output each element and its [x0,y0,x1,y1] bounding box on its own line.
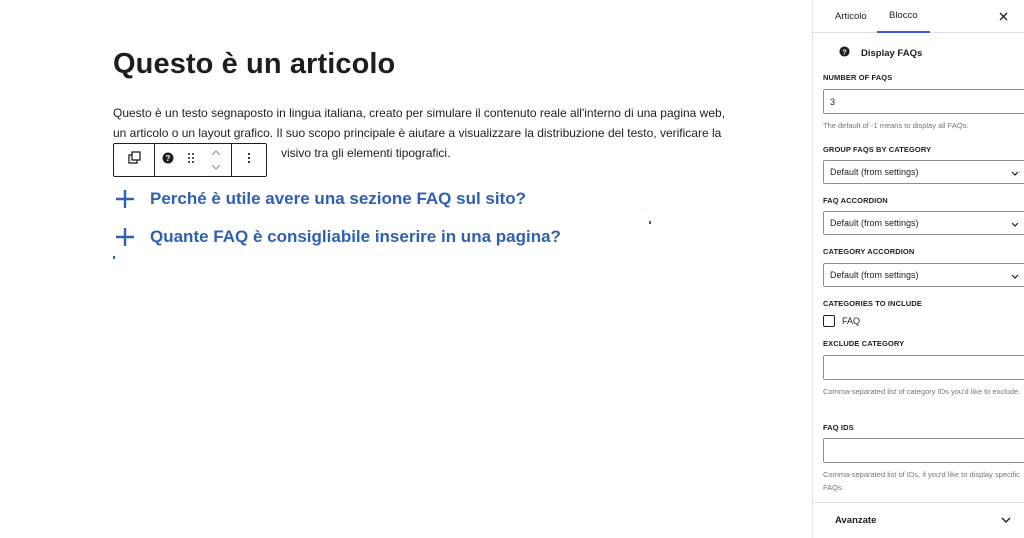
block-movers [201,144,231,176]
faq-ids-help: Comma-separated list of IDs, if you'd li… [823,470,1020,492]
faq-accordion-label: FAQ ACCORDION [823,196,888,205]
advanced-panel-toggle[interactable]: Avanzate [813,503,1024,538]
category-faq-checkbox[interactable] [823,315,835,327]
chevron-down-icon [1001,515,1011,525]
faq-ids-label: FAQ IDS [823,423,854,432]
transform-button[interactable] [114,144,154,176]
number-of-faqs-help: The default of -1 means to display all F… [823,121,969,130]
sidebar-tabs: Articolo Blocco [813,0,1024,33]
plus-icon[interactable] [113,225,137,249]
tab-blocco[interactable]: Blocco [877,0,930,33]
move-up-button[interactable] [211,146,221,160]
group-by-category-label: GROUP FAQS BY CATEGORY [823,145,932,154]
editor-canvas: Questo è un articolo Questo è un testo s… [0,0,812,538]
exclude-category-label: EXCLUDE CATEGORY [823,339,905,348]
chevron-down-icon [1010,271,1020,281]
help-circle-icon: ? [839,44,850,62]
paragraph-line-fragment: visivo tra gli elementi tipografici. [281,146,451,160]
block-type-button[interactable]: ? [155,144,181,176]
group-by-category-select[interactable]: Default (from settings) [823,160,1024,184]
advanced-panel-label: Avanzate [835,515,877,526]
help-circle-icon: ? [162,151,174,169]
block-card: ? Display FAQs [839,44,922,62]
faq-accordion-select[interactable]: Default (from settings) [823,211,1024,235]
faq-question[interactable]: Quante FAQ è consigliabile inserire in u… [150,227,561,247]
block-toolbar: ? [113,143,267,177]
chevron-down-icon [211,164,221,170]
select-value: Default (from settings) [830,167,919,177]
exclude-category-input[interactable] [823,355,1024,380]
number-of-faqs-label: NUMBER OF FAQS [823,73,893,82]
settings-sidebar: Articolo Blocco ? Display FAQs NUMBER OF… [812,0,1024,538]
transform-icon [127,151,141,169]
paragraph-line: Questo è un testo segnaposto in lingua i… [113,106,726,120]
number-of-faqs-input[interactable]: 3 [823,89,1024,114]
chevron-down-icon [1010,168,1020,178]
toolbar-group-transform [114,144,155,176]
toolbar-group-options [232,144,266,176]
chevron-down-icon [1010,219,1020,229]
category-accordion-select[interactable]: Default (from settings) [823,263,1024,287]
exclude-category-help: Comma-separated list of category IDs you… [823,387,1021,396]
block-options-button[interactable] [232,144,266,176]
toolbar-group-block: ? [155,144,232,176]
categories-to-include-label: CATEGORIES TO INCLUDE [823,299,922,308]
select-value: Default (from settings) [830,218,919,228]
faq-question[interactable]: Perché è utile avere una sezione FAQ sul… [150,189,526,209]
close-sidebar-button[interactable] [995,8,1011,24]
category-faq-option[interactable]: FAQ [823,315,860,327]
faq-item[interactable]: Perché è utile avere una sezione FAQ sul… [113,187,526,211]
move-down-button[interactable] [211,160,221,174]
block-card-title: Display FAQs [861,47,923,59]
drag-handle-icon [187,151,195,169]
chevron-up-icon [211,150,221,156]
post-title[interactable]: Questo è un articolo [113,48,395,81]
category-faq-label: FAQ [842,316,861,326]
faq-ids-input[interactable] [823,438,1024,463]
faq-item[interactable]: Quante FAQ è consigliabile inserire in u… [113,225,561,249]
svg-text:?: ? [842,47,847,56]
plus-icon[interactable] [113,187,137,211]
paragraph-line: un articolo o un layout grafico. Il suo … [113,126,722,140]
select-value: Default (from settings) [830,270,919,280]
more-vertical-icon [247,151,251,169]
svg-text:?: ? [166,154,171,163]
artifact-mark [113,256,115,259]
artifact-mark [649,221,651,224]
category-accordion-label: CATEGORY ACCORDION [823,247,915,256]
close-icon [999,12,1007,20]
tab-articolo[interactable]: Articolo [835,0,867,33]
drag-handle[interactable] [181,144,201,176]
